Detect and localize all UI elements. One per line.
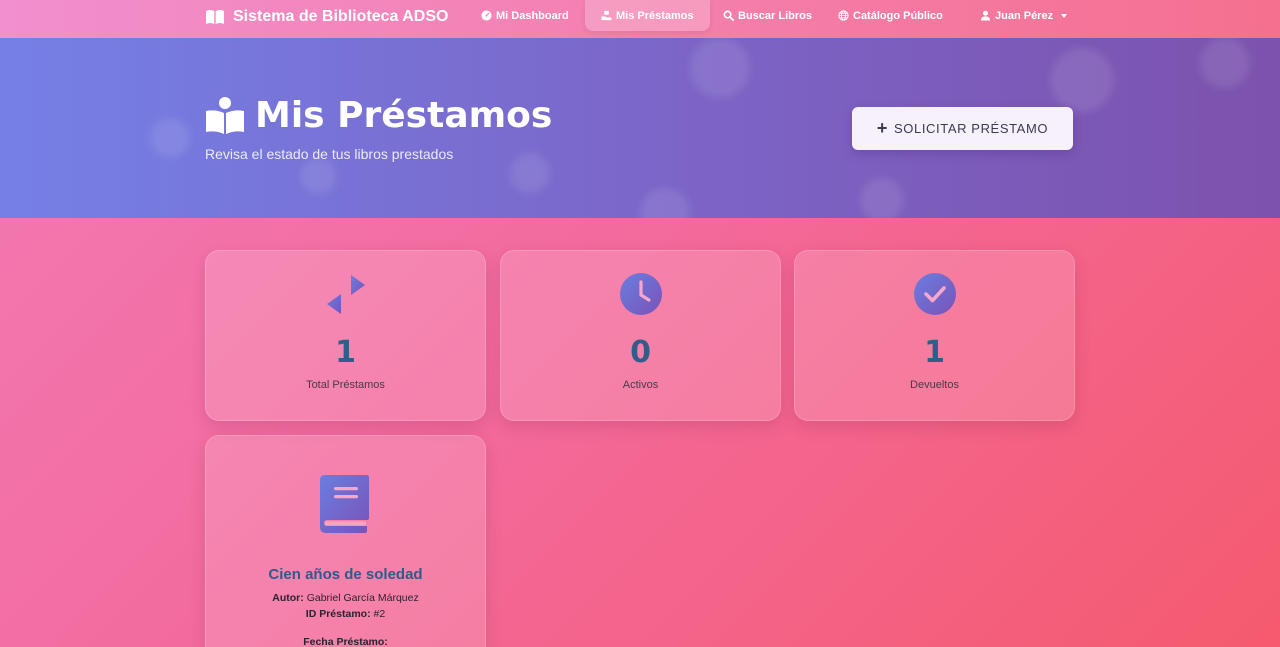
- plus-icon: +: [876, 117, 889, 138]
- decorative-bubble: [690, 38, 750, 98]
- book-title: Cien años de soledad: [268, 566, 423, 583]
- chevron-down-icon: [1061, 13, 1068, 18]
- decorative-bubble: [510, 153, 550, 193]
- nav-item-search-books[interactable]: Buscar Libros: [723, 0, 812, 31]
- stat-value: 1: [335, 335, 356, 370]
- stat-card-active: 0 Activos: [500, 250, 781, 421]
- page-subtitle: Revisa el estado de tus libros prestados: [205, 146, 454, 162]
- nav-item-loans[interactable]: Mis Préstamos: [585, 0, 710, 31]
- stat-value: 1: [924, 335, 945, 370]
- decorative-bubble: [860, 178, 904, 218]
- open-book-icon: [206, 9, 224, 24]
- request-loan-button[interactable]: + SOLICITAR PRÉSTAMO: [852, 107, 1073, 150]
- book-author-line: Autor: Gabriel García Márquez: [206, 592, 485, 604]
- page-title-text: Mis Préstamos: [255, 95, 553, 136]
- dashboard-icon: [481, 10, 492, 21]
- stat-label: Devueltos: [910, 379, 959, 391]
- nav-item-label: Buscar Libros: [738, 9, 812, 22]
- brand-link[interactable]: Sistema de Biblioteca ADSO: [205, 0, 448, 33]
- decorative-bubble: [150, 118, 190, 158]
- stat-value: 0: [630, 335, 651, 370]
- user-icon: [980, 10, 991, 21]
- stat-label: Activos: [622, 379, 659, 391]
- check-circle-icon: [913, 273, 956, 315]
- nav-item-label: Catálogo Público: [853, 9, 943, 22]
- decorative-bubble: [1050, 48, 1114, 112]
- top-navbar: Sistema de Biblioteca ADSO Mi Dashboard …: [0, 0, 1280, 38]
- decorative-bubble: [640, 188, 690, 218]
- globe-icon: [838, 10, 849, 21]
- book-icon: [320, 475, 369, 533]
- loan-id-label: ID Préstamo:: [305, 608, 371, 620]
- stat-card-returned: 1 Devueltos: [794, 250, 1075, 421]
- user-name: Juan Pérez: [995, 9, 1054, 22]
- loan-date-label: Fecha Préstamo:: [303, 636, 388, 647]
- nav-item-dashboard[interactable]: Mi Dashboard: [481, 0, 569, 31]
- search-icon: [723, 10, 734, 21]
- stat-card-total-loans: 1 Total Préstamos: [205, 250, 486, 421]
- brand-title: Sistema de Biblioteca ADSO: [233, 7, 449, 25]
- exchange-arrows-icon: [322, 275, 369, 314]
- page-header: Mis Préstamos Revisa el estado de tus li…: [0, 38, 1280, 218]
- nav-item-label: Mis Préstamos: [616, 9, 694, 22]
- nav-item-label: Mi Dashboard: [496, 9, 569, 22]
- decorative-bubble: [1200, 38, 1250, 88]
- author-label: Autor:: [272, 592, 304, 604]
- loan-date-line: Fecha Préstamo:: [206, 636, 485, 647]
- clock-icon: [619, 273, 662, 315]
- author-value: Gabriel García Márquez: [306, 592, 419, 604]
- page-title: Mis Préstamos: [205, 95, 552, 136]
- decorative-bubble: [300, 158, 336, 194]
- loan-card: Cien años de soledad Autor: Gabriel Garc…: [205, 435, 486, 647]
- loan-hand-icon: [206, 96, 244, 134]
- loan-id-line: ID Préstamo: #2: [206, 608, 485, 620]
- loan-hand-icon: [601, 10, 612, 21]
- request-loan-label: SOLICITAR PRÉSTAMO: [894, 121, 1049, 136]
- loan-id-value: #2: [373, 608, 386, 620]
- nav-item-public-catalog[interactable]: Catálogo Público: [838, 0, 943, 31]
- user-menu-toggle[interactable]: Juan Pérez: [980, 0, 1068, 31]
- stat-label: Total Préstamos: [306, 379, 385, 391]
